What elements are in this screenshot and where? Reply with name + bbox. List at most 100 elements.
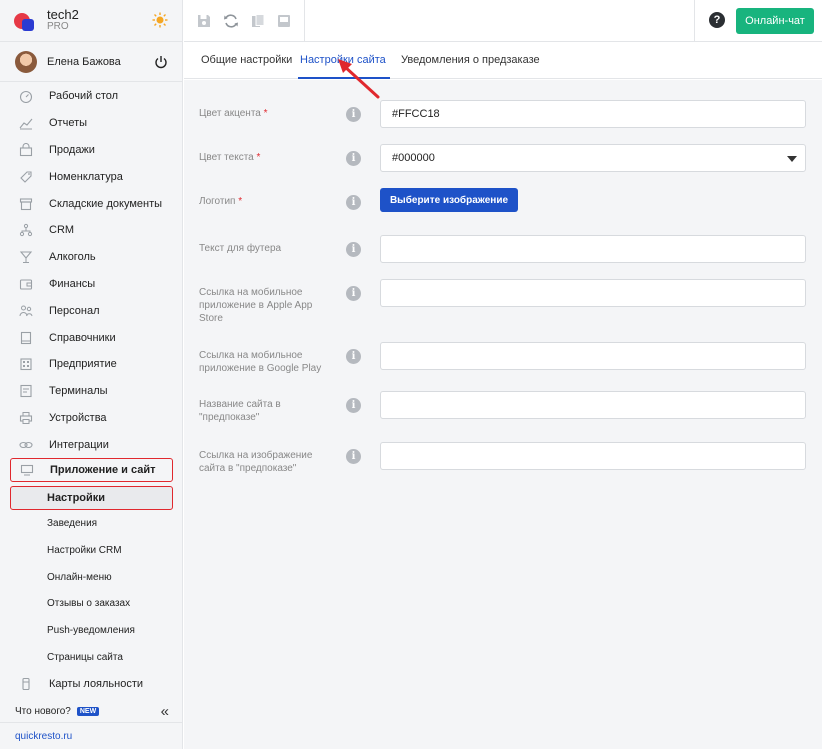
- sidebar-item-sales[interactable]: Продажи: [0, 137, 183, 164]
- terminals-icon: [19, 384, 33, 398]
- enterprise-icon: [19, 357, 33, 371]
- info-icon[interactable]: i: [346, 398, 361, 413]
- sidebar-subitem-crm-settings[interactable]: Настройки CRM: [0, 537, 183, 564]
- field-label: Цвет акцента *: [199, 108, 268, 119]
- brand-header[interactable]: tech2 PRO: [0, 0, 182, 42]
- sidebar-nav: Рабочий стол Отчеты Продажи Номенклатура…: [0, 83, 183, 698]
- sidebar-item-label: Номенклатура: [49, 170, 123, 183]
- footer-site-link[interactable]: quickresto.ru: [0, 722, 183, 749]
- sidebar-item-staff[interactable]: Персонал: [0, 297, 183, 324]
- reference-icon: [19, 331, 33, 345]
- dashboard-icon: [19, 89, 33, 104]
- tab-preorder-notifications[interactable]: Уведомления о предзаказе: [401, 54, 540, 66]
- avatar: [15, 50, 37, 73]
- sidebar-subitem-push-notifications[interactable]: Push-уведомления: [0, 617, 183, 644]
- text-color-select[interactable]: #000000: [380, 144, 806, 172]
- brand-name: tech2: [47, 6, 79, 22]
- sidebar-item-terminals[interactable]: Терминалы: [0, 378, 183, 405]
- sidebar-item-label: Персонал: [49, 304, 100, 317]
- sidebar-item-crm[interactable]: CRM: [0, 217, 183, 244]
- accent-color-input[interactable]: #FFCC18: [380, 100, 806, 128]
- tab-general-settings[interactable]: Общие настройки: [201, 54, 292, 66]
- site-settings-form: Цвет акцента * i #FFCC18 Цвет текста * i…: [184, 80, 822, 749]
- sidebar-item-reference[interactable]: Справочники: [0, 324, 183, 351]
- sidebar-item-warehouse[interactable]: Складские документы: [0, 190, 183, 217]
- choose-image-button[interactable]: Выберите изображение: [380, 188, 518, 212]
- sidebar: tech2 PRO Елена Бажова Рабочий стол Отче…: [0, 0, 183, 749]
- sidebar-item-finance[interactable]: Финансы: [0, 271, 183, 298]
- toolbar-divider: [304, 0, 305, 42]
- info-icon[interactable]: i: [346, 349, 361, 364]
- google-play-link-input[interactable]: [380, 342, 806, 370]
- sidebar-subitem-settings[interactable]: Настройки: [10, 486, 173, 511]
- whats-new[interactable]: Что нового? NEW «: [0, 700, 183, 722]
- link-icon: [19, 438, 33, 452]
- info-icon[interactable]: i: [346, 195, 361, 210]
- printer-icon: [19, 411, 33, 425]
- nomenclature-icon: [19, 170, 33, 184]
- loyalty-card-icon: [19, 677, 33, 691]
- crm-icon: [19, 223, 33, 237]
- field-label: Цвет текста *: [199, 152, 261, 163]
- whats-new-label: Что нового?: [15, 705, 71, 717]
- alcohol-icon: [19, 250, 33, 264]
- sidebar-item-reports[interactable]: Отчеты: [0, 110, 183, 137]
- field-label: Текст для футера: [199, 243, 282, 254]
- sidebar-item-label: Складские документы: [49, 197, 163, 210]
- sidebar-item-nomenclature[interactable]: Номенклатура: [0, 163, 183, 190]
- apple-app-store-link-input[interactable]: [380, 279, 806, 307]
- sidebar-item-label: Рабочий стол: [49, 90, 119, 103]
- toolbar-divider: [694, 0, 695, 42]
- power-icon[interactable]: [154, 55, 168, 69]
- sidebar-item-enterprise[interactable]: Предприятие: [0, 351, 183, 378]
- sidebar-item-label: Отчеты: [49, 117, 88, 130]
- archive-icon[interactable]: [276, 13, 292, 29]
- sidebar-item-devices[interactable]: Устройства: [0, 405, 183, 432]
- warehouse-icon: [19, 197, 33, 211]
- brand-plan: PRO: [47, 20, 69, 32]
- sidebar-item-label: CRM: [49, 224, 75, 237]
- sidebar-item-alcohol[interactable]: Алкоголь: [0, 244, 183, 271]
- monitor-icon: [20, 463, 34, 477]
- info-icon[interactable]: i: [346, 286, 361, 301]
- field-label: Ссылка на изображение сайта в "предпоказ…: [199, 450, 313, 474]
- sidebar-item-label: Продажи: [49, 143, 95, 156]
- sidebar-item-integrations[interactable]: Интеграции: [0, 431, 183, 458]
- sidebar-item-dashboard[interactable]: Рабочий стол: [0, 83, 183, 110]
- settings-tabs: Общие настройки Настройки сайта Уведомле…: [184, 42, 822, 79]
- sales-icon: [19, 143, 33, 157]
- footer-text-input[interactable]: [380, 235, 806, 263]
- field-label: Ссылка на мобильное приложение в Apple A…: [199, 287, 313, 324]
- refresh-icon[interactable]: [223, 13, 239, 29]
- sidebar-subitem-order-reviews[interactable]: Отзывы о заказах: [0, 591, 183, 618]
- theme-sun-icon[interactable]: [152, 12, 168, 28]
- sidebar-subitem-site-pages[interactable]: Страницы сайта: [0, 644, 183, 671]
- sidebar-item-label: Терминалы: [49, 385, 108, 398]
- sidebar-item-label: Карты лояльности: [49, 678, 144, 691]
- sidebar-item-label: Алкоголь: [49, 251, 96, 264]
- preorder-site-name-input[interactable]: [380, 391, 806, 419]
- sidebar-subitem-venues[interactable]: Заведения: [0, 510, 183, 537]
- sidebar-item-loyalty[interactable]: Карты лояльности: [0, 671, 183, 698]
- field-label: Название сайта в "предпоказе": [199, 399, 281, 423]
- red-arrow-annotation-icon: [338, 59, 380, 99]
- help-icon[interactable]: ?: [709, 12, 725, 28]
- sidebar-item-label: Приложение и сайт: [50, 464, 156, 477]
- staff-icon: [19, 304, 33, 318]
- online-chat-button[interactable]: Онлайн-чат: [736, 8, 814, 34]
- preorder-image-link-input[interactable]: [380, 442, 806, 470]
- copy-icon[interactable]: [250, 13, 266, 29]
- info-icon[interactable]: i: [346, 449, 361, 464]
- info-icon[interactable]: i: [346, 242, 361, 257]
- user-panel[interactable]: Елена Бажова: [0, 42, 182, 82]
- save-icon[interactable]: [196, 13, 212, 29]
- field-label: Ссылка на мобильное приложение в Google …: [199, 350, 322, 374]
- field-label: Логотип *: [199, 196, 243, 207]
- sidebar-subitem-online-menu[interactable]: Онлайн-меню: [0, 564, 183, 591]
- sidebar-item-app-and-site[interactable]: Приложение и сайт: [10, 458, 173, 483]
- sidebar-item-label: Финансы: [49, 277, 96, 290]
- info-icon[interactable]: i: [346, 151, 361, 166]
- brand-logo-icon: [14, 10, 36, 32]
- new-badge: NEW: [76, 706, 100, 716]
- collapse-sidebar-icon[interactable]: «: [161, 703, 169, 720]
